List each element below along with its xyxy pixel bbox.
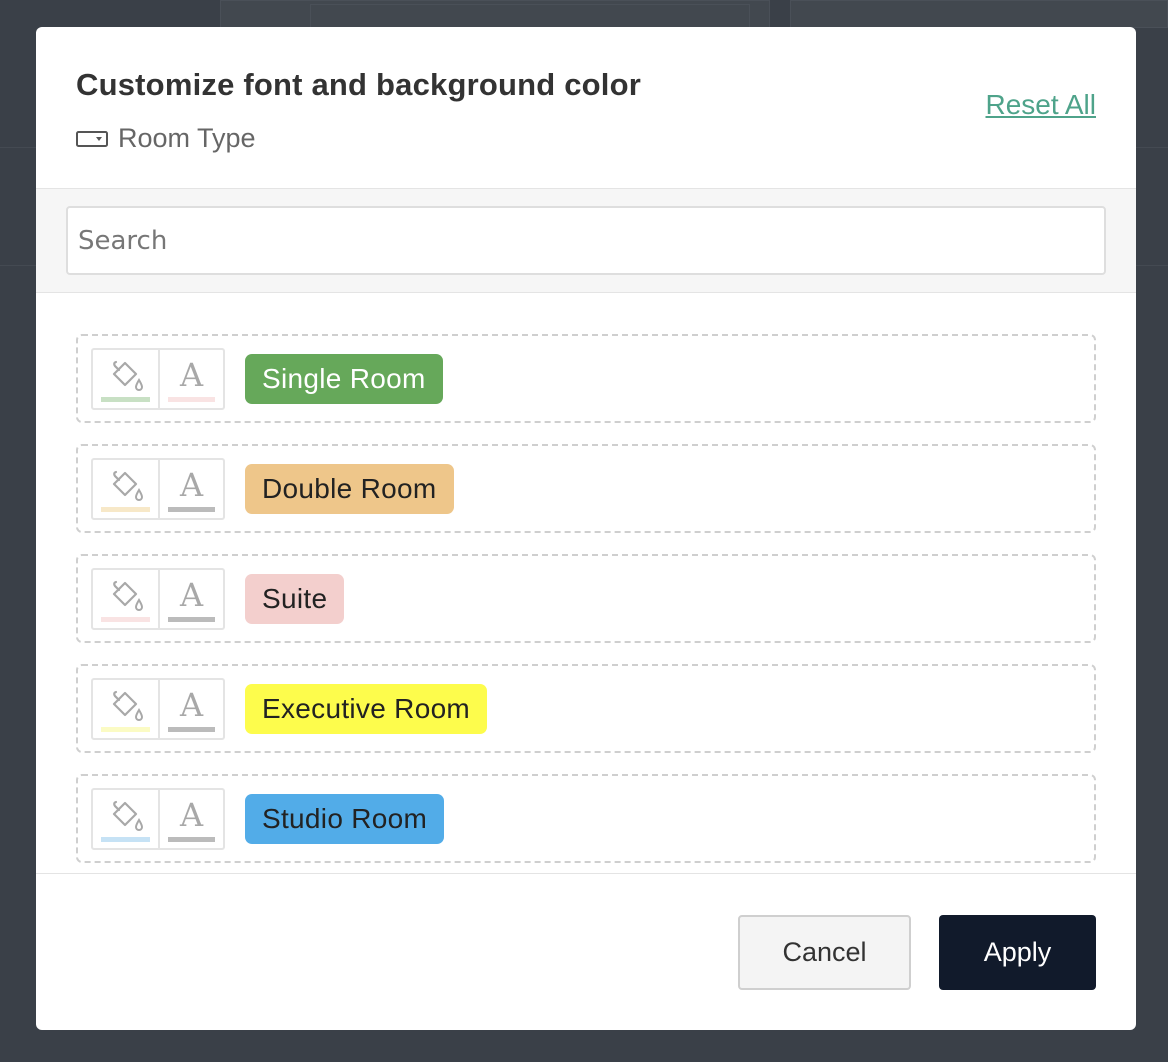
apply-button[interactable]: Apply	[939, 915, 1096, 990]
font-color-swatch	[167, 396, 215, 402]
cancel-button[interactable]: Cancel	[738, 915, 911, 990]
field-name-label: Room Type	[118, 123, 256, 153]
background-panel	[790, 0, 1168, 28]
background-color-button[interactable]	[93, 570, 158, 628]
font-letter-icon: A	[179, 795, 204, 834]
background-color-button[interactable]	[93, 350, 158, 408]
option-tag: Studio Room	[245, 793, 445, 844]
color-tool-group: A	[91, 567, 225, 630]
font-letter-icon: A	[179, 685, 204, 724]
option-tag: Single Room	[245, 353, 443, 404]
font-color-button[interactable]: A	[157, 679, 223, 738]
option-list: A Single Room A Double Room A Suite A Ex…	[36, 293, 1136, 874]
background-color-button[interactable]	[93, 680, 158, 738]
color-tool-group: A	[91, 677, 225, 740]
modal-title: Customize font and background color	[76, 67, 642, 102]
paint-bucket-icon	[113, 580, 144, 611]
background-color-swatch	[101, 506, 150, 512]
reset-all-link[interactable]: Reset All	[986, 89, 1097, 121]
background-color-swatch	[101, 836, 150, 842]
color-tool-group: A	[91, 457, 225, 520]
font-color-swatch	[167, 836, 215, 842]
option-item: A Double Room	[76, 444, 1096, 533]
paint-bucket-icon	[113, 470, 144, 501]
font-color-swatch	[167, 506, 215, 512]
font-color-button[interactable]: A	[157, 459, 223, 518]
paint-bucket-icon	[113, 800, 144, 831]
option-item: A Studio Room	[76, 774, 1096, 863]
font-letter-icon: A	[179, 465, 204, 504]
font-color-swatch	[167, 726, 215, 732]
option-tag: Double Room	[245, 463, 454, 514]
color-tool-group: A	[91, 787, 225, 850]
paint-bucket-icon	[113, 690, 144, 721]
font-color-button[interactable]: A	[157, 569, 223, 628]
background-color-swatch	[101, 726, 150, 732]
background-color-button[interactable]	[93, 790, 158, 848]
field-name: Room Type	[76, 123, 1096, 154]
font-letter-icon: A	[179, 355, 204, 394]
font-color-button[interactable]: A	[157, 789, 223, 848]
modal-header: Customize font and background color Room…	[36, 27, 1136, 188]
modal-footer: Cancel Apply	[36, 874, 1136, 1030]
dropdown-field-icon	[76, 130, 108, 147]
customize-color-modal: Customize font and background color Room…	[36, 27, 1136, 1030]
background-color-swatch	[101, 616, 150, 622]
search-bar	[36, 188, 1136, 293]
color-tool-group: A	[91, 347, 225, 410]
font-color-button[interactable]: A	[157, 349, 223, 408]
font-letter-icon: A	[179, 575, 204, 614]
option-tag: Suite	[245, 573, 345, 624]
option-item: A Executive Room	[76, 664, 1096, 753]
paint-bucket-icon	[113, 360, 144, 391]
background-color-button[interactable]	[93, 460, 158, 518]
search-input[interactable]	[66, 206, 1106, 275]
background-color-swatch	[101, 396, 150, 402]
option-item: A Single Room	[76, 334, 1096, 423]
font-color-swatch	[167, 616, 215, 622]
option-tag: Executive Room	[245, 683, 488, 734]
option-item: A Suite	[76, 554, 1096, 643]
